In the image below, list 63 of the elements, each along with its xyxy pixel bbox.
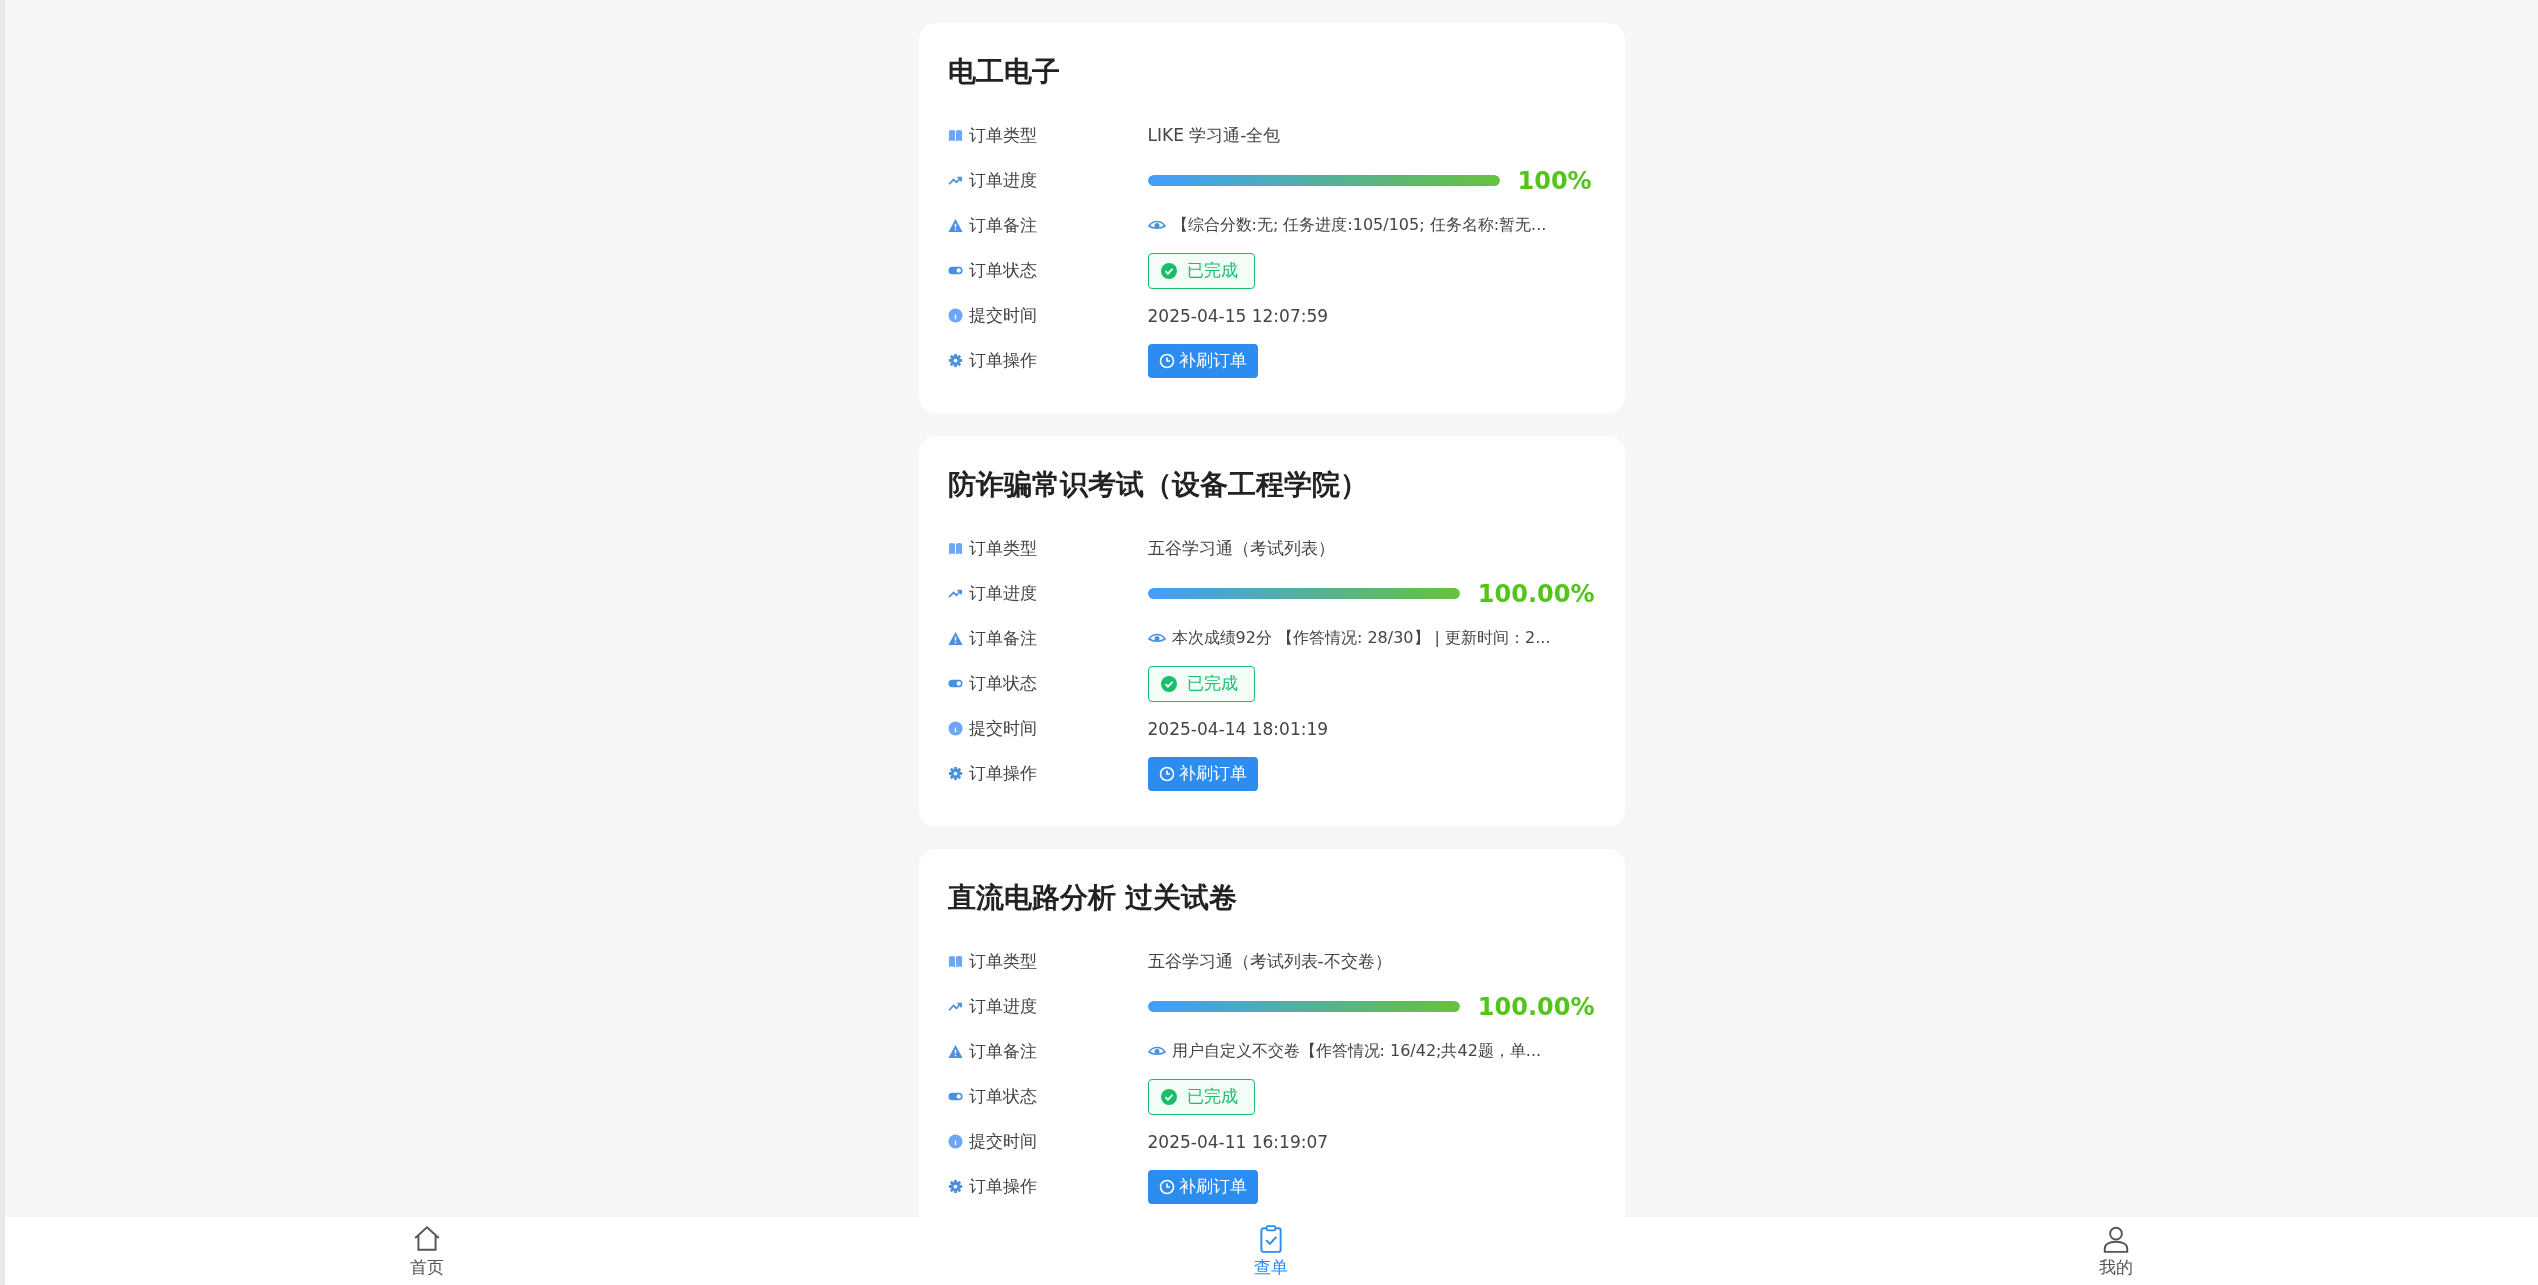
settings-icon <box>947 1179 963 1194</box>
info-icon <box>947 1134 963 1149</box>
field-label: 订单状态 <box>968 672 1037 695</box>
order-note: 本次成绩92分 【作答情况: 28/30】 | 更新时间：2... <box>1171 628 1551 649</box>
order-title: 防诈骗常识考试（设备工程学院） <box>947 467 1369 503</box>
field-value: 2025-04-14 18:01:19 <box>1147 718 1329 739</box>
order-title: 直流电路分析 过关试卷 <box>947 880 1239 916</box>
field-label: 订单操作 <box>968 1175 1037 1198</box>
field-label: 订单备注 <box>968 627 1037 650</box>
order-title: 电工电子 <box>947 54 1061 90</box>
field-label: 订单操作 <box>968 349 1037 372</box>
warning-icon <box>947 631 963 646</box>
book-icon <box>947 541 963 556</box>
refresh-order-button[interactable]: 补刷订单 <box>1147 1169 1258 1204</box>
check-circle-icon <box>1160 1088 1177 1105</box>
field-label: 提交时间 <box>968 1130 1037 1153</box>
field-label: 订单类型 <box>968 950 1037 973</box>
status-tag: 已完成 <box>1147 252 1255 289</box>
progress-percent: 100.00% <box>1477 579 1595 608</box>
order-note: 用户自定义不交卷【作答情况: 16/42;共42题，单... <box>1171 1041 1542 1062</box>
field-label: 订单类型 <box>968 537 1037 560</box>
nav-tab[interactable]: 我的 <box>1693 1217 2538 1285</box>
field-label: 订单操作 <box>968 762 1037 785</box>
field-label: 订单备注 <box>968 214 1037 237</box>
info-icon <box>947 308 963 323</box>
eye-icon[interactable] <box>1147 1045 1166 1058</box>
eye-icon[interactable] <box>1147 219 1166 232</box>
field-value: 2025-04-15 12:07:59 <box>1147 305 1329 326</box>
field-value: 2025-04-11 16:19:07 <box>1147 1131 1329 1152</box>
status-tag: 已完成 <box>1147 1078 1255 1115</box>
settings-icon <box>947 353 963 368</box>
clock-icon <box>1158 765 1175 782</box>
field-label: 提交时间 <box>968 717 1037 740</box>
settings-icon <box>947 766 963 781</box>
field-value: LIKE 学习通-全包 <box>1147 124 1281 147</box>
field-value: 五谷学习通（考试列表） <box>1147 537 1335 560</box>
field-value: 五谷学习通（考试列表-不交卷） <box>1147 950 1392 973</box>
book-icon <box>947 128 963 143</box>
field-label: 订单类型 <box>968 124 1037 147</box>
field-label: 订单备注 <box>968 1040 1037 1063</box>
nav-tab[interactable]: 首页 <box>5 1217 850 1285</box>
check-circle-icon <box>1160 675 1177 692</box>
refresh-order-button[interactable]: 补刷订单 <box>1147 343 1258 378</box>
field-label: 订单进度 <box>968 169 1037 192</box>
field-label: 订单进度 <box>968 582 1037 605</box>
field-label: 订单进度 <box>968 995 1037 1018</box>
progress-percent: 100.00% <box>1477 992 1595 1021</box>
info-icon <box>947 721 963 736</box>
clock-icon <box>1158 352 1175 369</box>
progress-percent: 100% <box>1517 166 1592 195</box>
field-label: 订单状态 <box>968 259 1037 282</box>
warning-icon <box>947 1044 963 1059</box>
warning-icon <box>947 218 963 233</box>
clock-icon <box>1158 1178 1175 1195</box>
refresh-order-button[interactable]: 补刷订单 <box>1147 756 1258 791</box>
field-label: 订单状态 <box>968 1085 1037 1108</box>
nav-tab[interactable]: 查单 <box>849 1217 1694 1285</box>
eye-icon[interactable] <box>1147 632 1166 645</box>
check-circle-icon <box>1160 262 1177 279</box>
field-label: 提交时间 <box>968 304 1037 327</box>
status-tag: 已完成 <box>1147 665 1255 702</box>
book-icon <box>947 954 963 969</box>
order-note: 【综合分数:无; 任务进度:105/105; 任务名称:暂无... <box>1171 215 1547 236</box>
